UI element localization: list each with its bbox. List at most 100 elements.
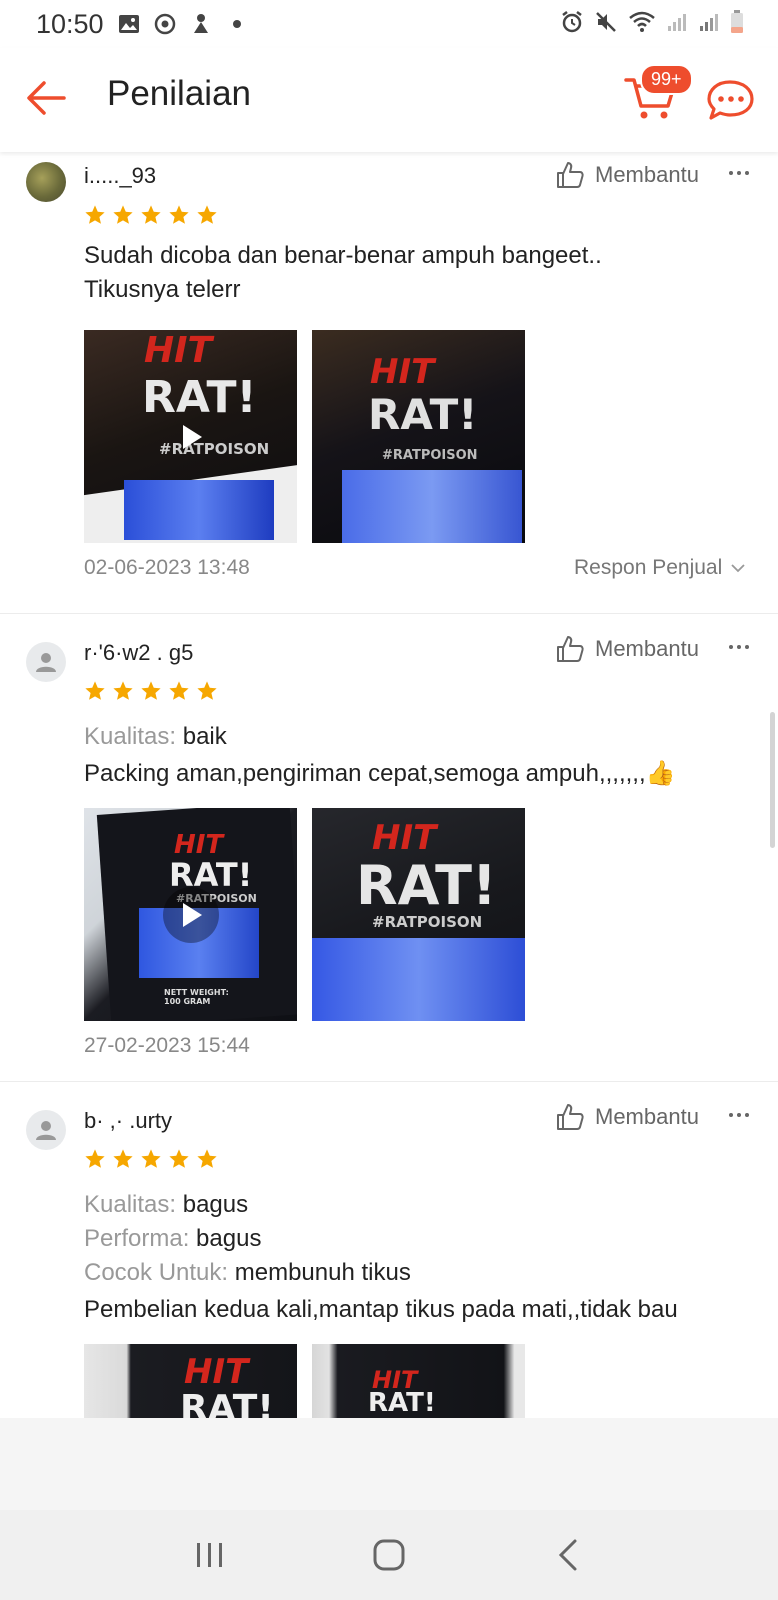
nav-back-button[interactable] (548, 1535, 588, 1575)
battery-icon (730, 10, 744, 39)
star-icon (169, 1149, 189, 1168)
helpful-button[interactable]: Membantu (555, 634, 699, 664)
rating-stars (84, 204, 218, 226)
seller-response-label: Respon Penjual (574, 556, 723, 579)
more-icon (729, 171, 749, 175)
package-brand-main: RAT! (368, 390, 478, 439)
review-item: b· ,· .urty Membantu Kualitas: bagus Per… (0, 1082, 778, 1418)
more-button[interactable] (728, 158, 750, 184)
review-photo[interactable]: HIT RAT! #RATPOISON (312, 330, 525, 543)
wifi-icon (628, 10, 656, 39)
attribute-key: Performa: (84, 1225, 190, 1252)
review-item: r·'6·w2 . g5 Membantu Kualitas: baik Pac… (0, 614, 778, 1082)
seller-response-toggle[interactable]: Respon Penjual (574, 556, 746, 580)
home-icon (373, 1539, 405, 1571)
home-button[interactable] (369, 1535, 409, 1575)
footer-spacer (0, 1418, 778, 1510)
scrollbar[interactable] (770, 712, 775, 848)
signal-icon-1 (666, 11, 688, 38)
helpful-label: Membantu (595, 162, 699, 187)
review-text-line: Packing aman,pengiriman cepat,semoga amp… (84, 760, 676, 787)
system-nav-bar (0, 1510, 778, 1600)
star-icon (113, 681, 133, 700)
package-tag: #RATPOISON (382, 448, 478, 463)
avatar[interactable] (26, 1110, 66, 1150)
star-icon (197, 681, 217, 700)
package-weight: NETT WEIGHT: 100 GRAM (164, 988, 229, 1006)
mute-icon (594, 10, 618, 39)
status-bar: 10:50 (0, 0, 778, 48)
star-icon (113, 205, 133, 224)
helpful-button[interactable]: Membantu (555, 160, 699, 190)
package-tag: #RATPOISON (372, 913, 483, 931)
helpful-label: Membantu (595, 636, 699, 661)
review-text: Sudah dicoba dan benar-benar ampuh bange… (84, 239, 744, 307)
review-text-line: Pembelian kedua kali,mantap tikus pada m… (84, 1296, 678, 1323)
review-attribute: Kualitas: bagus (84, 1188, 248, 1222)
package-brand-top: HIT (372, 818, 437, 858)
app-header: Penilaian 99+ (0, 48, 778, 152)
dot-icon (226, 13, 248, 35)
avatar[interactable] (26, 162, 66, 202)
review-attribute: Cocok Untuk: membunuh tikus (84, 1256, 411, 1290)
review-photo[interactable]: HIT RAT! (84, 1344, 297, 1418)
status-system-icons (560, 10, 744, 39)
attribute-value: membunuh tikus (234, 1259, 411, 1286)
more-button[interactable] (728, 632, 750, 658)
review-photo[interactable]: HIT RAT! (312, 1344, 525, 1418)
sync-icon (154, 13, 176, 35)
alarm-icon (560, 10, 584, 39)
review-video-thumbnail[interactable]: HIT RAT! #RATPOISON (84, 330, 297, 543)
thumbs-up-icon (557, 636, 584, 662)
app-notification-icon (190, 13, 212, 35)
review-text: Packing aman,pengiriman cepat,semoga amp… (84, 757, 744, 791)
package-brand-main: RAT! (356, 854, 497, 917)
review-text-line: Sudah dicoba dan benar-benar ampuh bange… (84, 242, 602, 269)
recent-apps-button[interactable] (190, 1535, 230, 1575)
back-button[interactable] (24, 78, 68, 118)
status-time: 10:50 (36, 8, 104, 39)
package-brand-top: HIT (184, 1352, 249, 1392)
star-icon (141, 681, 161, 700)
package-brand-top: HIT (370, 352, 435, 392)
star-icon (85, 205, 105, 224)
star-icon (113, 1149, 133, 1168)
star-icon (141, 205, 161, 224)
attribute-value: baik (182, 723, 227, 750)
more-button[interactable] (728, 1100, 750, 1126)
review-text: Pembelian kedua kali,mantap tikus pada m… (84, 1293, 744, 1327)
reviews-list[interactable]: i....._93 Membantu Sudah dicoba dan bena… (0, 152, 778, 1418)
review-text-line: Tikusnya telerr (84, 276, 241, 303)
reviewer-username: b· ,· .urty (84, 1108, 173, 1133)
attribute-value: bagus (196, 1225, 262, 1252)
chat-icon (707, 80, 754, 120)
attribute-value: bagus (182, 1191, 249, 1218)
chevron-down-icon (731, 564, 745, 573)
package-brand-top: HIT (144, 330, 213, 371)
helpful-button[interactable]: Membantu (555, 1102, 699, 1132)
play-icon (163, 409, 219, 465)
nav-back-icon (559, 1539, 577, 1571)
review-timestamp: 27-02-2023 15:44 (84, 1034, 250, 1057)
avatar[interactable] (26, 642, 66, 682)
review-item: i....._93 Membantu Sudah dicoba dan bena… (0, 152, 778, 614)
star-icon (85, 1149, 105, 1168)
attribute-key: Kualitas: (84, 1191, 177, 1218)
review-video-thumbnail[interactable]: HIT RAT! #RATPOISON NETT WEIGHT: 100 GRA… (84, 808, 297, 1021)
play-icon (162, 886, 219, 943)
star-icon (85, 681, 105, 700)
user-icon (36, 653, 56, 672)
more-icon (729, 1113, 749, 1117)
review-photo[interactable]: HIT RAT! #RATPOISON (312, 808, 525, 1021)
signal-icon-2 (698, 11, 720, 38)
recent-apps-icon (196, 1543, 222, 1567)
star-icon (141, 1149, 161, 1168)
attribute-key: Cocok Untuk: (84, 1259, 229, 1286)
chat-button[interactable] (706, 78, 756, 122)
package-brand-main: RAT! (180, 1388, 274, 1418)
star-icon (197, 1149, 217, 1168)
gallery-icon (118, 13, 140, 35)
thumbs-up-icon (557, 1104, 584, 1130)
review-attribute: Performa: bagus (84, 1222, 261, 1256)
user-icon (36, 1121, 56, 1140)
